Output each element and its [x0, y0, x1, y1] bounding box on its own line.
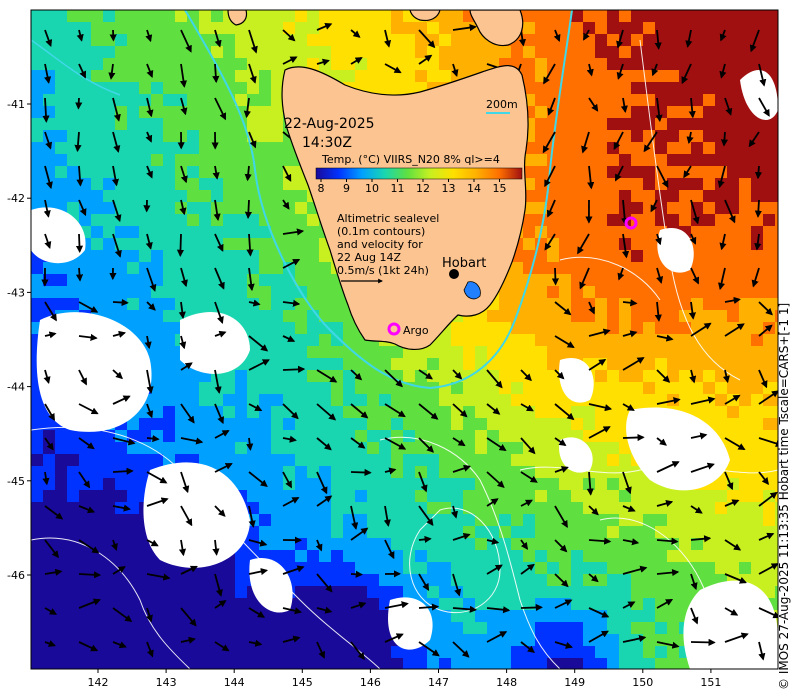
velocity-arrow	[720, 131, 729, 147]
velocity-arrow	[212, 63, 220, 84]
altimetry-line-1: Altimetric sealevel	[337, 212, 439, 225]
x-axis: 142 143 144 145 146 147 148 149 150 151	[88, 669, 721, 689]
lat-tick-label: -42	[7, 192, 25, 205]
lat-tick-label: -41	[7, 98, 25, 111]
velocity-arrow	[282, 365, 306, 373]
altimetry-line-5: 0.5m/s (1kt 24h)	[337, 264, 429, 277]
velocity-arrow	[244, 199, 252, 220]
velocity-arrow	[551, 267, 559, 286]
altimetry-line-2: (0.1m contours)	[337, 225, 425, 238]
lat-tick-label: -43	[7, 286, 25, 299]
copyright-note: © IMOS 27-Aug-2025 11:13:35 Hobart time …	[777, 302, 791, 690]
velocity-arrow	[754, 165, 763, 180]
velocity-arrow	[112, 467, 134, 475]
depth-label: 200m	[486, 98, 518, 111]
lon-tick-label: 146	[360, 676, 381, 689]
velocity-arrow	[112, 298, 129, 307]
velocity-arrow	[75, 97, 83, 110]
velocity-arrow	[520, 603, 543, 612]
lon-tick-label: 145	[292, 676, 313, 689]
colorbar-tick-label: 11	[391, 182, 405, 195]
altimetry-line-4: 22 Aug 14Z	[337, 251, 401, 264]
colorbar-tick-label: 12	[416, 182, 430, 195]
lon-tick-label: 143	[156, 676, 177, 689]
velocity-arrow	[690, 638, 716, 646]
lon-tick-label: 144	[224, 676, 245, 689]
colorbar-tick-label: 13	[442, 182, 456, 195]
lon-tick-label: 148	[496, 676, 517, 689]
velocity-arrow	[754, 199, 762, 218]
velocity-arrow	[78, 571, 102, 579]
lon-tick-label: 147	[428, 676, 449, 689]
hobart-label: Hobart	[442, 256, 486, 271]
colorbar-tick-label: 9	[343, 182, 350, 195]
lat-tick-label: -46	[7, 569, 25, 582]
colorbar-tick-label: 15	[493, 182, 507, 195]
lat-tick-label: -45	[7, 475, 25, 488]
velocity-arrow	[146, 435, 160, 443]
colorbar-tick-label: 14	[467, 182, 481, 195]
sst-map: Hobart Argo 22-Aug-2025 14:30Z 200m Temp…	[7, 9, 779, 689]
lon-tick-label: 142	[88, 676, 109, 689]
colorbar-title: Temp. (°C) VIIRS_N20 8% ql>=4	[321, 153, 500, 166]
argo-label: Argo	[403, 324, 429, 337]
date-label: 22-Aug-2025	[284, 116, 375, 132]
colorbar-tick-label: 10	[365, 182, 379, 195]
velocity-arrow	[622, 433, 645, 442]
lon-tick-label: 150	[632, 676, 653, 689]
y-axis: -41 -42 -43 -44 -45 -46	[7, 98, 31, 582]
lon-tick-label: 149	[564, 676, 585, 689]
velocity-arrow	[75, 267, 84, 282]
velocity-arrow	[418, 535, 432, 543]
lat-tick-label: -44	[7, 381, 25, 394]
colorbar-tick-label: 8	[318, 182, 325, 195]
velocity-arrow	[350, 468, 372, 477]
time-label: 14:30Z	[302, 135, 352, 151]
velocity-arrow	[75, 233, 84, 253]
lon-tick-label: 151	[700, 676, 721, 689]
velocity-arrow	[176, 233, 185, 257]
velocity-arrow	[350, 570, 363, 578]
colorbar	[315, 167, 523, 180]
altimetry-line-3: and velocity for	[337, 238, 423, 251]
